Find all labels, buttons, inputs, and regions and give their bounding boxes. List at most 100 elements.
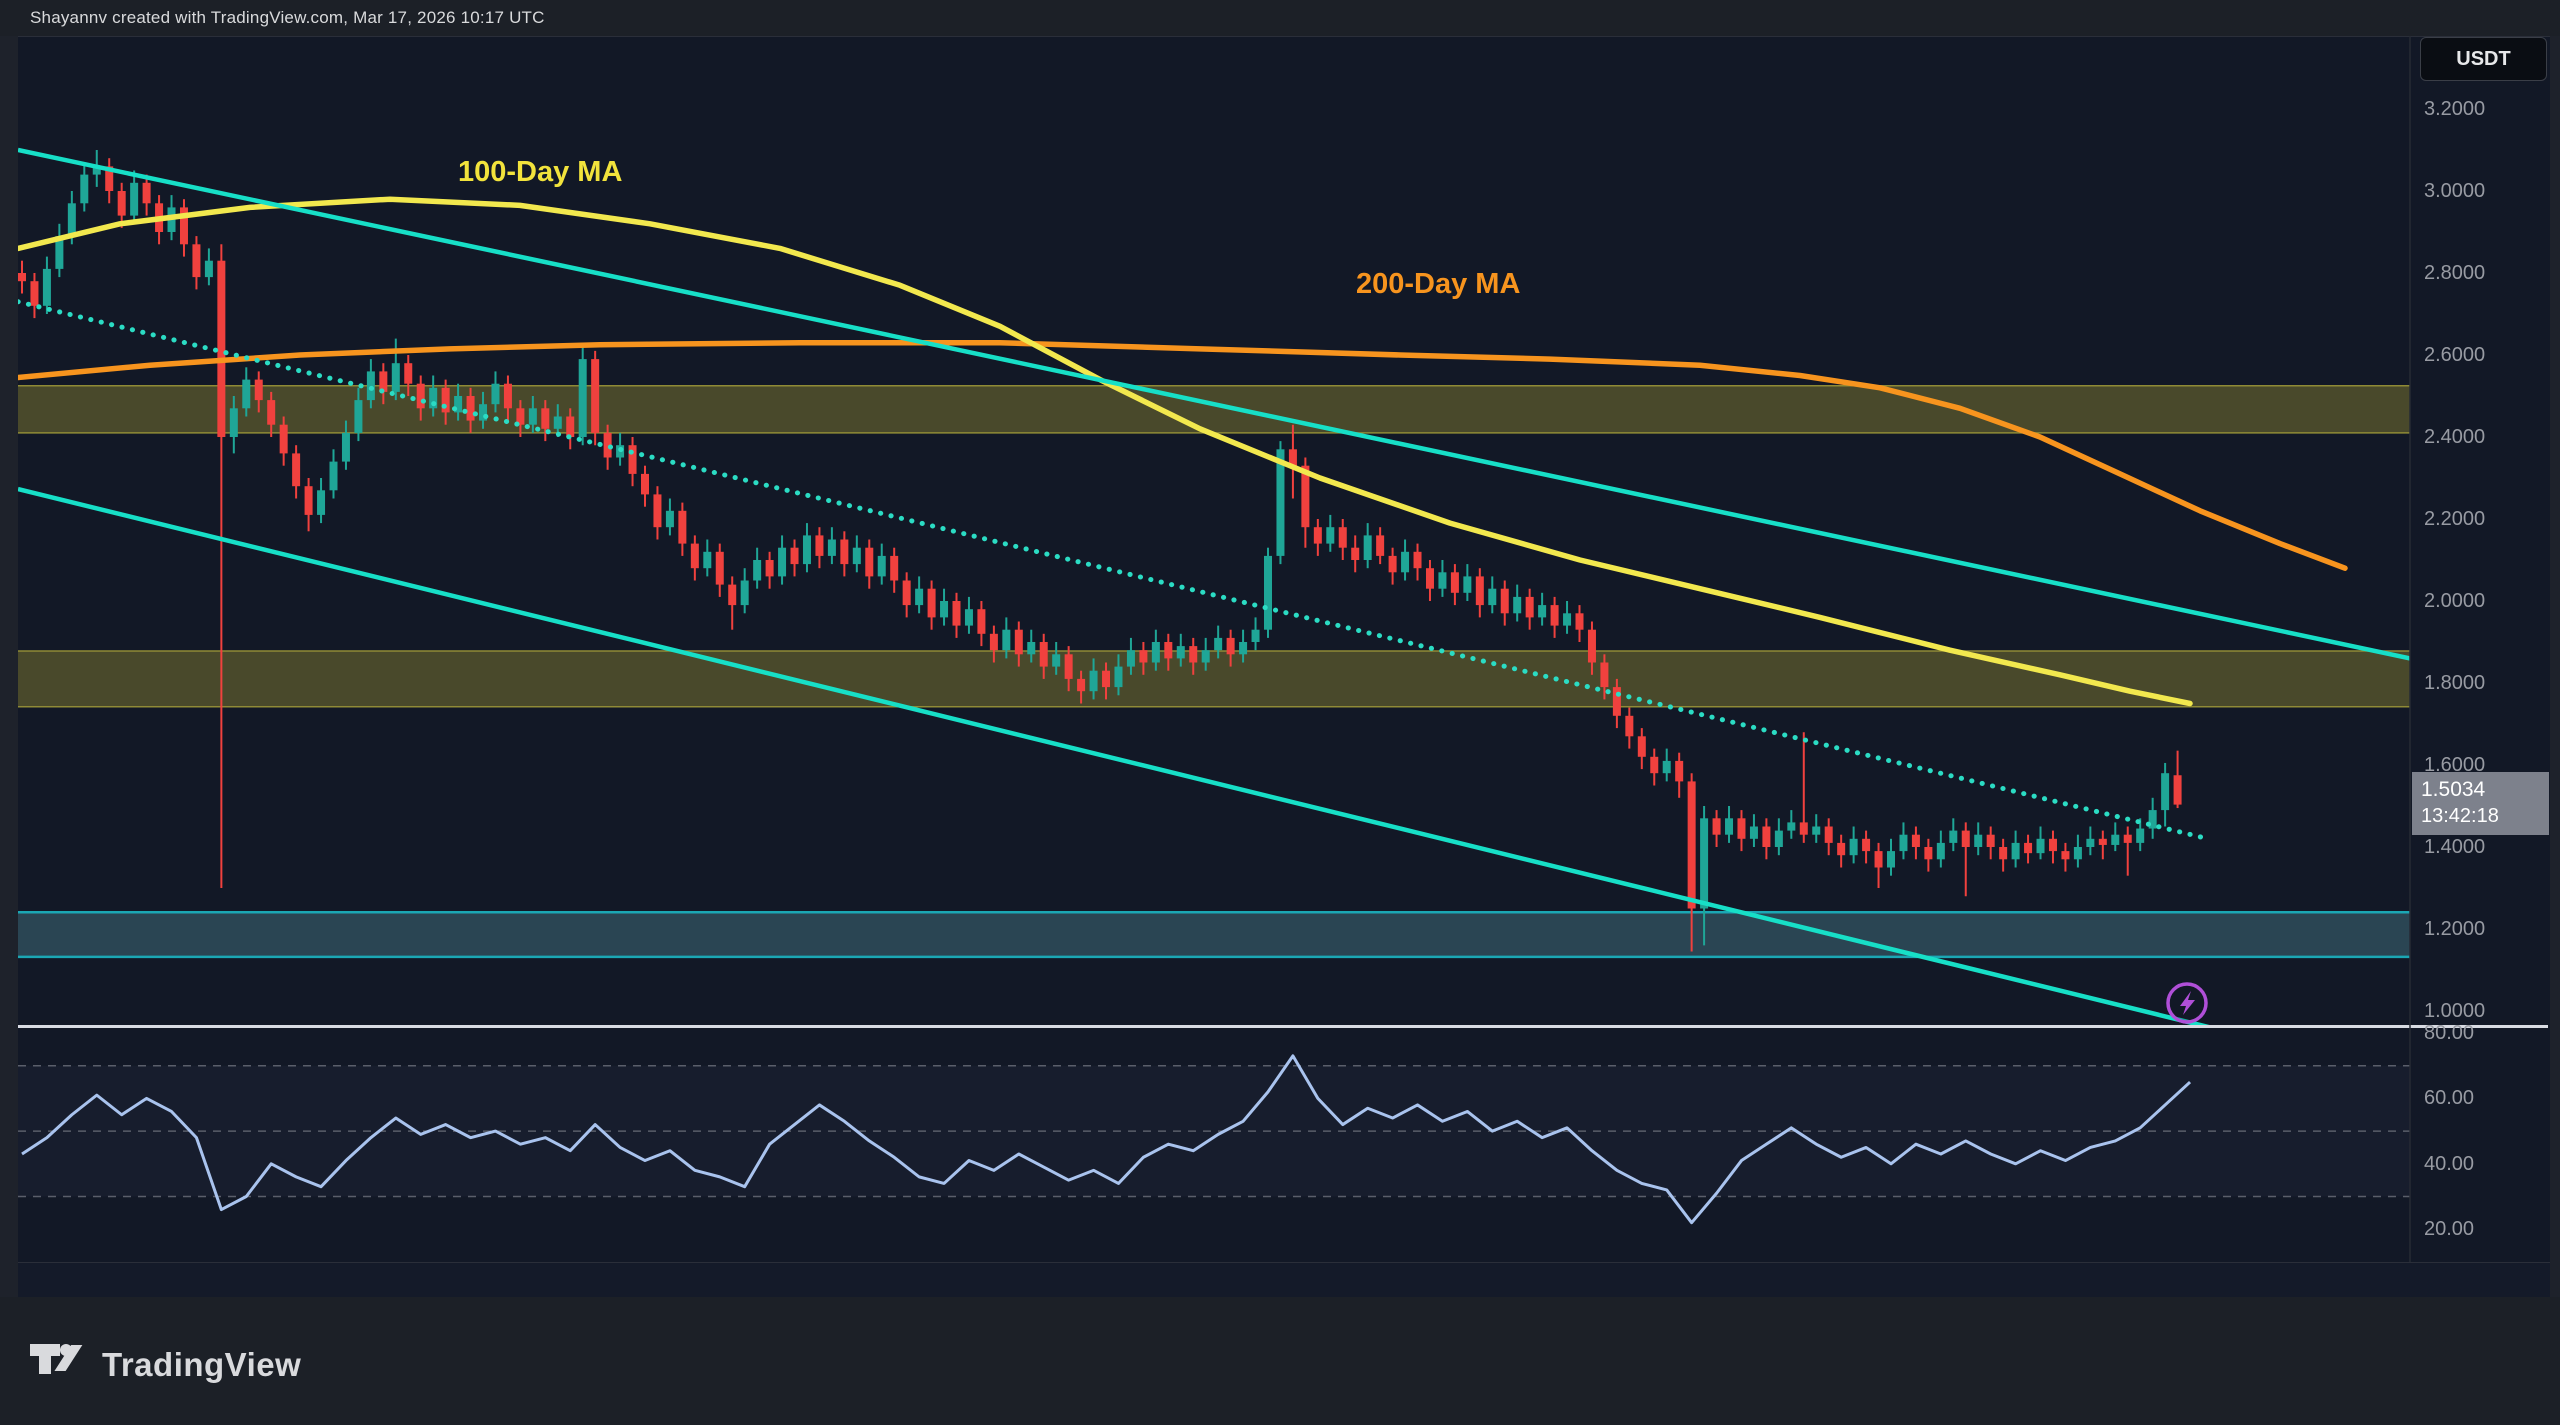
currency-toggle-button[interactable]: USDT (2420, 37, 2547, 81)
candle-body (80, 175, 88, 204)
candle-body (1962, 831, 1970, 847)
candle-body (1800, 822, 1808, 834)
candle-body (1040, 642, 1048, 667)
candle-body (1999, 847, 2007, 859)
candle-body (753, 560, 761, 581)
price-tick: 2.0000 (2424, 590, 2544, 613)
candle-body (840, 540, 848, 565)
candle-body (2061, 851, 2069, 859)
candle-body (554, 417, 562, 429)
candle-body (1127, 650, 1135, 666)
candle-body (305, 486, 313, 515)
candle-body (442, 388, 450, 413)
candle-body (1376, 535, 1384, 556)
candle-body (529, 408, 537, 424)
candle-body (566, 417, 574, 438)
candle-body (741, 581, 749, 606)
time-axis-strip[interactable] (18, 1262, 2550, 1298)
price-tick: 2.6000 (2424, 344, 2544, 367)
candle-body (1177, 646, 1185, 658)
current-price-label: 1.5034 13:42:18 (2412, 772, 2549, 835)
lightning-icon[interactable] (2168, 984, 2206, 1022)
candle-body (68, 203, 76, 236)
candle-body (791, 548, 799, 564)
price-tick: 3.0000 (2424, 180, 2544, 203)
candle-body (678, 511, 686, 544)
candle-body (205, 261, 213, 277)
candle-body (404, 363, 412, 384)
candle-body (728, 585, 736, 606)
candle-body (1339, 527, 1347, 548)
candle-body (1015, 630, 1023, 655)
price-tick: 1.2000 (2424, 918, 2544, 941)
moving-averages-and-trendlines[interactable] (18, 150, 2410, 1031)
candle-body (467, 396, 475, 421)
candle-body (1027, 642, 1035, 654)
tradingview-chart-screenshot: Shayannv created with TradingView.com, M… (0, 0, 2560, 1425)
candle-body (1501, 589, 1509, 614)
candle-body (267, 400, 275, 425)
candle-body (1937, 843, 1945, 859)
bottom-margin (0, 1297, 2560, 1425)
candle-body (1102, 671, 1110, 687)
price-chart-svg[interactable] (0, 0, 2560, 1425)
candle-body (1264, 556, 1272, 630)
candle-body (143, 183, 151, 204)
candle-body (1414, 552, 1422, 568)
price-tick: 1.4000 (2424, 836, 2544, 859)
candle-body (192, 244, 200, 277)
candle-body (1812, 827, 1820, 835)
candle-body (1152, 642, 1160, 663)
candle-body (1401, 552, 1409, 573)
candle-body (1576, 613, 1584, 629)
candle-body (1164, 642, 1172, 658)
candle-body (703, 552, 711, 568)
candle-body (43, 269, 51, 306)
candle-body (1862, 839, 1870, 851)
candle-body (1949, 831, 1957, 843)
candle-body (629, 445, 637, 474)
candle-body (1526, 597, 1534, 618)
candle-body (1114, 667, 1122, 688)
candle-body (2124, 835, 2132, 843)
candle-body (579, 359, 587, 437)
candle-body (1638, 736, 1646, 757)
candle-body (1052, 654, 1060, 666)
candle-body (828, 540, 836, 556)
candle-body (691, 544, 699, 569)
mid-support-zone[interactable] (18, 651, 2410, 707)
candle-body (1912, 835, 1920, 847)
candle-body (1065, 654, 1073, 679)
candlesticks (18, 150, 2182, 952)
candle-body (1239, 642, 1247, 654)
candle-body (342, 433, 350, 462)
candle-body (541, 408, 549, 429)
rsi-tick: 80.00 (2424, 1022, 2544, 1045)
candle-body (1875, 851, 1883, 867)
candle-body (878, 556, 886, 577)
candle-body (1675, 761, 1683, 782)
candle-body (903, 581, 911, 606)
candle-body (1488, 589, 1496, 605)
candle-body (1775, 831, 1783, 847)
candle-body (1139, 650, 1147, 662)
resistance-zone[interactable] (18, 386, 2410, 433)
candle-body (2161, 773, 2169, 810)
pane-separator[interactable] (18, 1025, 2548, 1028)
tradingview-logo[interactable]: TradingView (30, 1344, 301, 1386)
candle-body (354, 400, 362, 433)
candle-body (2012, 843, 2020, 859)
lower-support-zone[interactable] (18, 912, 2410, 957)
candle-body (255, 380, 263, 401)
candle-body (815, 535, 823, 556)
candle-body (1227, 638, 1235, 654)
candle-body (2136, 829, 2144, 843)
right-margin (2550, 36, 2560, 1297)
candle-body (953, 601, 961, 626)
candle-body (1837, 843, 1845, 855)
candle-body (865, 548, 873, 577)
candle-body (1737, 818, 1745, 839)
price-tick: 1.8000 (2424, 672, 2544, 695)
price-tick: 1.0000 (2424, 1000, 2544, 1023)
candle-body (1077, 679, 1085, 691)
